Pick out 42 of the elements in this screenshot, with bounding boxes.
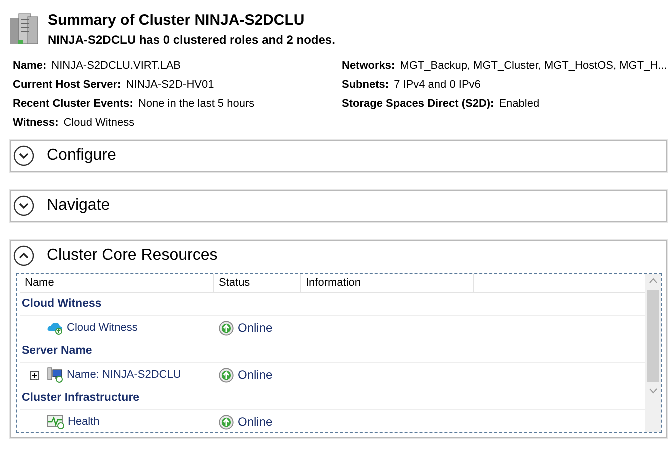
detail-value: 7 IPv4 and 0 IPv6 — [394, 78, 481, 90]
detail-label: Recent Cluster Events: — [13, 98, 134, 110]
server-cluster-icon — [8, 12, 40, 46]
online-status-icon — [219, 320, 234, 336]
resource-status: Online — [238, 321, 273, 335]
detail-label: Name: — [13, 60, 47, 72]
detail-value: NINJA-S2D-HV01 — [126, 78, 214, 90]
section-title[interactable]: Configure — [47, 147, 116, 165]
expand-toggle-icon[interactable] — [13, 145, 35, 167]
health-monitor-icon — [47, 415, 65, 429]
detail-value: NINJA-S2DCLU.VIRT.LAB — [52, 60, 182, 72]
resource-status: Online — [238, 415, 273, 429]
section-title[interactable]: Navigate — [47, 197, 110, 215]
online-status-icon — [219, 414, 234, 430]
summary-subtitle: NINJA-S2DCLU has 0 clustered roles and 2 nodes. — [48, 32, 336, 46]
detail-label: Storage Spaces Direct (S2D): — [342, 98, 494, 110]
resource-name[interactable]: Name: NINJA-S2DCLU — [67, 369, 182, 381]
network-name-icon — [47, 367, 64, 383]
detail-value: None in the last 5 hours — [138, 98, 255, 110]
expand-icon[interactable] — [30, 370, 39, 380]
detail-value: Enabled — [499, 98, 540, 110]
resource-name[interactable]: Cloud Witness — [67, 322, 138, 334]
section-title[interactable]: Cluster Core Resources — [47, 247, 218, 265]
expand-toggle-icon[interactable] — [13, 195, 35, 217]
detail-label: Current Host Server: — [13, 78, 122, 90]
resource-status: Online — [238, 368, 273, 382]
group-header: Cloud Witness — [21, 298, 102, 310]
online-status-icon — [219, 368, 234, 382]
detail-label: Subnets: — [342, 78, 390, 90]
detail-value: Cloud Witness — [64, 116, 135, 128]
expand-toggle-icon[interactable] — [13, 245, 35, 267]
column-header[interactable]: Status — [214, 274, 301, 292]
resource-name[interactable]: Health — [68, 416, 100, 428]
detail-label: Witness: — [13, 116, 59, 128]
column-header[interactable]: Information — [301, 274, 474, 292]
detail-label: Networks: — [342, 60, 396, 72]
column-header[interactable]: Name — [20, 274, 214, 292]
detail-value: MGT_Backup, MGT_Cluster, MGT_HostOS, MGT_H... — [400, 60, 668, 72]
summary-title: Summary of Cluster NINJA-S2DCLU — [48, 12, 306, 28]
group-header: Cluster Infrastructure — [21, 392, 140, 404]
cloud-icon — [47, 321, 64, 335]
group-header: Server Name — [21, 345, 92, 357]
